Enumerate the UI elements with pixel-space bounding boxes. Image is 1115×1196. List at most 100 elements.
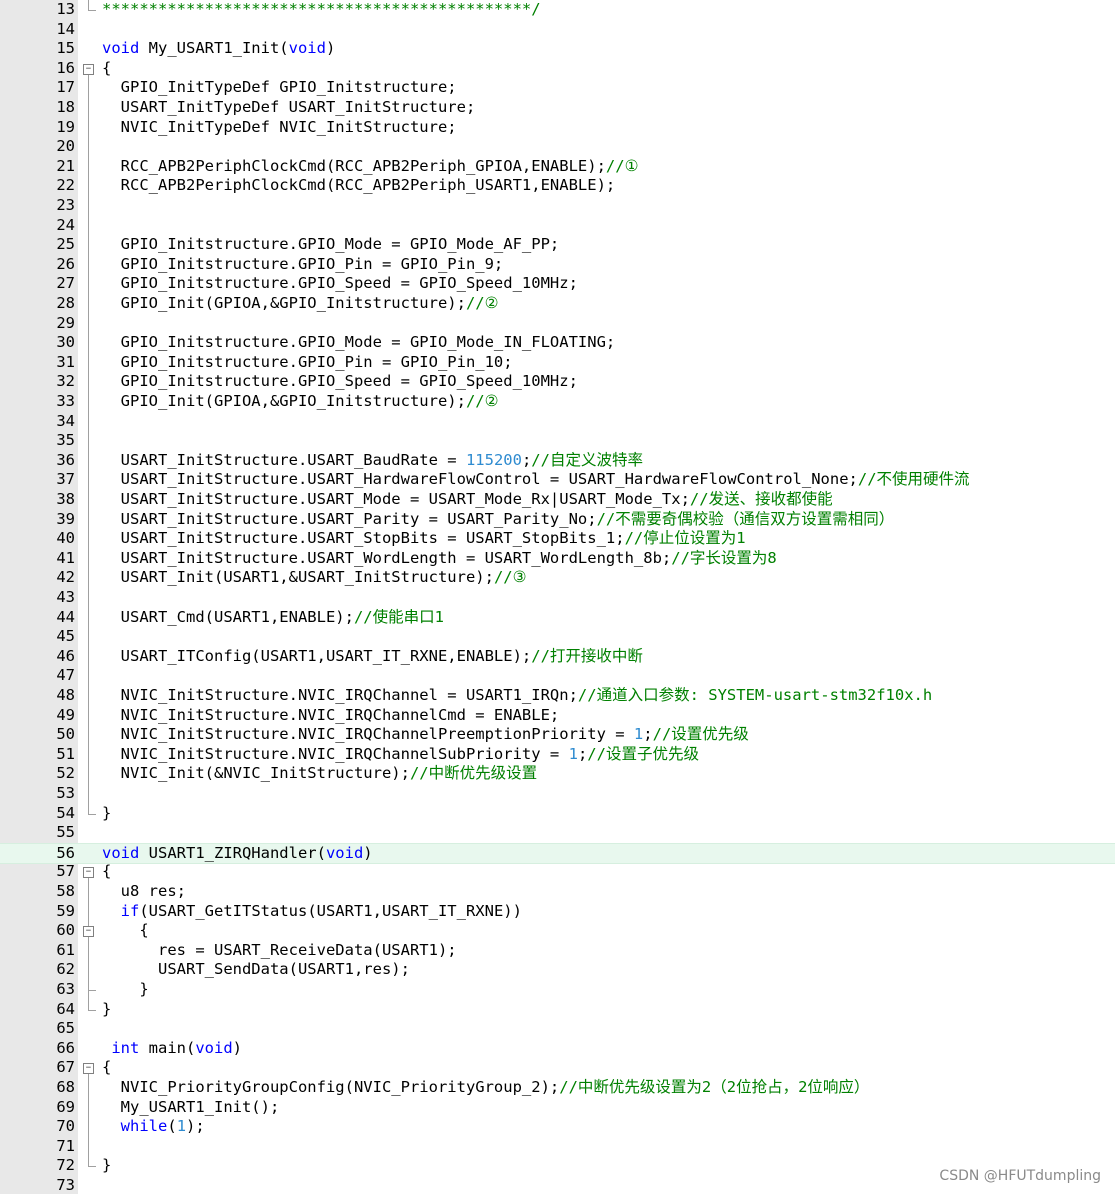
- code-text[interactable]: {: [102, 1058, 111, 1078]
- code-editor[interactable]: 13 **************************************…: [0, 0, 1115, 1194]
- code-text[interactable]: void USART1_ZIRQHandler(void): [102, 844, 373, 864]
- fold-toggle-icon[interactable]: −: [83, 926, 94, 938]
- code-line[interactable]: 40 USART_InitStructure.USART_StopBits = …: [0, 529, 1115, 549]
- code-text[interactable]: USART_InitStructure.USART_Parity = USART…: [102, 510, 895, 530]
- code-line[interactable]: 51 NVIC_InitStructure.NVIC_IRQChannelSub…: [0, 745, 1115, 765]
- code-line[interactable]: 39 USART_InitStructure.USART_Parity = US…: [0, 510, 1115, 530]
- code-text[interactable]: GPIO_Initstructure.GPIO_Speed = GPIO_Spe…: [102, 372, 578, 392]
- code-text[interactable]: }: [102, 980, 148, 1000]
- fold-toggle-icon[interactable]: −: [83, 63, 94, 75]
- code-line[interactable]: 59 if(USART_GetITStatus(USART1,USART_IT_…: [0, 902, 1115, 922]
- fold-toggle-icon[interactable]: −: [83, 1063, 94, 1075]
- code-text[interactable]: NVIC_InitTypeDef NVIC_InitStructure;: [102, 118, 457, 138]
- code-text[interactable]: res = USART_ReceiveData(USART1);: [102, 941, 457, 961]
- code-line[interactable]: 29: [0, 314, 1115, 334]
- code-text[interactable]: ****************************************…: [102, 0, 541, 20]
- code-line[interactable]: 37 USART_InitStructure.USART_HardwareFlo…: [0, 470, 1115, 490]
- code-text[interactable]: }: [102, 1156, 111, 1176]
- code-text[interactable]: NVIC_InitStructure.NVIC_IRQChannelCmd = …: [102, 706, 560, 726]
- code-line[interactable]: 63 }: [0, 980, 1115, 1000]
- code-text[interactable]: USART_InitStructure.USART_Mode = USART_M…: [102, 490, 833, 510]
- code-text[interactable]: GPIO_Initstructure.GPIO_Mode = GPIO_Mode…: [102, 333, 616, 353]
- code-line[interactable]: 33 GPIO_Init(GPIOA,&GPIO_Initstructure);…: [0, 392, 1115, 412]
- code-line[interactable]: 44 USART_Cmd(USART1,ENABLE);//使能串口1: [0, 608, 1115, 628]
- code-line[interactable]: 43: [0, 588, 1115, 608]
- code-line[interactable]: 54}: [0, 804, 1115, 824]
- code-line[interactable]: 25 GPIO_Initstructure.GPIO_Mode = GPIO_M…: [0, 235, 1115, 255]
- code-text[interactable]: USART_InitStructure.USART_HardwareFlowCo…: [102, 470, 970, 490]
- code-text[interactable]: NVIC_PriorityGroupConfig(NVIC_PriorityGr…: [102, 1078, 870, 1098]
- code-text[interactable]: USART_SendData(USART1,res);: [102, 960, 410, 980]
- code-line[interactable]: 22 RCC_APB2PeriphClockCmd(RCC_APB2Periph…: [0, 176, 1115, 196]
- code-line[interactable]: 19 NVIC_InitTypeDef NVIC_InitStructure;: [0, 118, 1115, 138]
- code-line[interactable]: 38 USART_InitStructure.USART_Mode = USAR…: [0, 490, 1115, 510]
- code-line[interactable]: 50 NVIC_InitStructure.NVIC_IRQChannelPre…: [0, 725, 1115, 745]
- code-line[interactable]: 24: [0, 216, 1115, 236]
- code-line[interactable]: 14: [0, 20, 1115, 40]
- code-line[interactable]: 67 {: [0, 1058, 1115, 1078]
- code-text[interactable]: USART_InitStructure.USART_WordLength = U…: [102, 549, 777, 569]
- code-line[interactable]: 42 USART_Init(USART1,&USART_InitStructur…: [0, 568, 1115, 588]
- code-line[interactable]: 27 GPIO_Initstructure.GPIO_Speed = GPIO_…: [0, 274, 1115, 294]
- code-text[interactable]: if(USART_GetITStatus(USART1,USART_IT_RXN…: [102, 902, 522, 922]
- code-line[interactable]: 15 void My_USART1_Init(void): [0, 39, 1115, 59]
- code-text[interactable]: RCC_APB2PeriphClockCmd(RCC_APB2Periph_GP…: [102, 157, 639, 177]
- code-line[interactable]: 35: [0, 431, 1115, 451]
- code-text[interactable]: NVIC_InitStructure.NVIC_IRQChannelSubPri…: [102, 745, 699, 765]
- code-line[interactable]: 13 **************************************…: [0, 0, 1115, 20]
- code-line[interactable]: 30 GPIO_Initstructure.GPIO_Mode = GPIO_M…: [0, 333, 1115, 353]
- code-text[interactable]: }: [102, 804, 111, 824]
- code-line[interactable]: 46 USART_ITConfig(USART1,USART_IT_RXNE,E…: [0, 647, 1115, 667]
- code-text[interactable]: int main(void): [102, 1039, 242, 1059]
- code-line[interactable]: 57 {: [0, 862, 1115, 882]
- code-line[interactable]: 17 GPIO_InitTypeDef GPIO_Initstructure;: [0, 78, 1115, 98]
- code-text[interactable]: USART_Init(USART1,&USART_InitStructure);…: [102, 568, 527, 588]
- code-line[interactable]: 68 NVIC_PriorityGroupConfig(NVIC_Priorit…: [0, 1078, 1115, 1098]
- code-text[interactable]: GPIO_Init(GPIOA,&GPIO_Initstructure);//②: [102, 392, 499, 412]
- code-line[interactable]: 31 GPIO_Initstructure.GPIO_Pin = GPIO_Pi…: [0, 353, 1115, 373]
- code-text[interactable]: {: [102, 862, 111, 882]
- code-line[interactable]: 62 USART_SendData(USART1,res);: [0, 960, 1115, 980]
- code-text[interactable]: while(1);: [102, 1117, 205, 1137]
- code-text[interactable]: }: [102, 1000, 111, 1020]
- code-line[interactable]: 65: [0, 1019, 1115, 1039]
- code-line[interactable]: 36 USART_InitStructure.USART_BaudRate = …: [0, 451, 1115, 471]
- code-line[interactable]: 49 NVIC_InitStructure.NVIC_IRQChannelCmd…: [0, 706, 1115, 726]
- code-text[interactable]: USART_ITConfig(USART1,USART_IT_RXNE,ENAB…: [102, 647, 643, 667]
- code-text[interactable]: GPIO_Initstructure.GPIO_Speed = GPIO_Spe…: [102, 274, 578, 294]
- code-line[interactable]: 52 NVIC_Init(&NVIC_InitStructure);//中断优先…: [0, 764, 1115, 784]
- code-text[interactable]: u8 res;: [102, 882, 186, 902]
- code-line[interactable]: 28 GPIO_Init(GPIOA,&GPIO_Initstructure);…: [0, 294, 1115, 314]
- code-line[interactable]: 45: [0, 627, 1115, 647]
- code-text[interactable]: USART_InitStructure.USART_StopBits = USA…: [102, 529, 746, 549]
- fold-toggle-icon[interactable]: −: [83, 867, 94, 879]
- code-line[interactable]: 16 {: [0, 59, 1115, 79]
- code-line[interactable]: 18 USART_InitTypeDef USART_InitStructure…: [0, 98, 1115, 118]
- code-line[interactable]: 58 u8 res;: [0, 882, 1115, 902]
- code-line[interactable]: 32 GPIO_Initstructure.GPIO_Speed = GPIO_…: [0, 372, 1115, 392]
- code-line[interactable]: 26 GPIO_Initstructure.GPIO_Pin = GPIO_Pi…: [0, 255, 1115, 275]
- code-line[interactable]: 66 int main(void): [0, 1039, 1115, 1059]
- code-text[interactable]: RCC_APB2PeriphClockCmd(RCC_APB2Periph_US…: [102, 176, 616, 196]
- code-line[interactable]: 55: [0, 823, 1115, 843]
- code-line[interactable]: 41 USART_InitStructure.USART_WordLength …: [0, 549, 1115, 569]
- code-text[interactable]: GPIO_Initstructure.GPIO_Pin = GPIO_Pin_1…: [102, 353, 513, 373]
- code-text[interactable]: GPIO_InitTypeDef GPIO_Initstructure;: [102, 78, 457, 98]
- code-text[interactable]: {: [102, 59, 111, 79]
- code-line[interactable]: 53: [0, 784, 1115, 804]
- code-text[interactable]: GPIO_Init(GPIOA,&GPIO_Initstructure);//②: [102, 294, 499, 314]
- code-line[interactable]: 47: [0, 666, 1115, 686]
- code-text[interactable]: My_USART1_Init();: [102, 1098, 280, 1118]
- code-line[interactable]: 20: [0, 137, 1115, 157]
- code-text[interactable]: {: [102, 921, 148, 941]
- code-line[interactable]: 64}: [0, 1000, 1115, 1020]
- code-line[interactable]: 69 My_USART1_Init();: [0, 1098, 1115, 1118]
- code-line[interactable]: 34: [0, 412, 1115, 432]
- code-line[interactable]: 48 NVIC_InitStructure.NVIC_IRQChannel = …: [0, 686, 1115, 706]
- code-text[interactable]: GPIO_Initstructure.GPIO_Mode = GPIO_Mode…: [102, 235, 560, 255]
- code-text[interactable]: void My_USART1_Init(void): [102, 39, 335, 59]
- code-text[interactable]: NVIC_InitStructure.NVIC_IRQChannel = USA…: [102, 686, 933, 706]
- code-text[interactable]: USART_InitTypeDef USART_InitStructure;: [102, 98, 476, 118]
- code-line[interactable]: 61 res = USART_ReceiveData(USART1);: [0, 941, 1115, 961]
- code-text[interactable]: NVIC_Init(&NVIC_InitStructure);//中断优先级设置: [102, 764, 537, 784]
